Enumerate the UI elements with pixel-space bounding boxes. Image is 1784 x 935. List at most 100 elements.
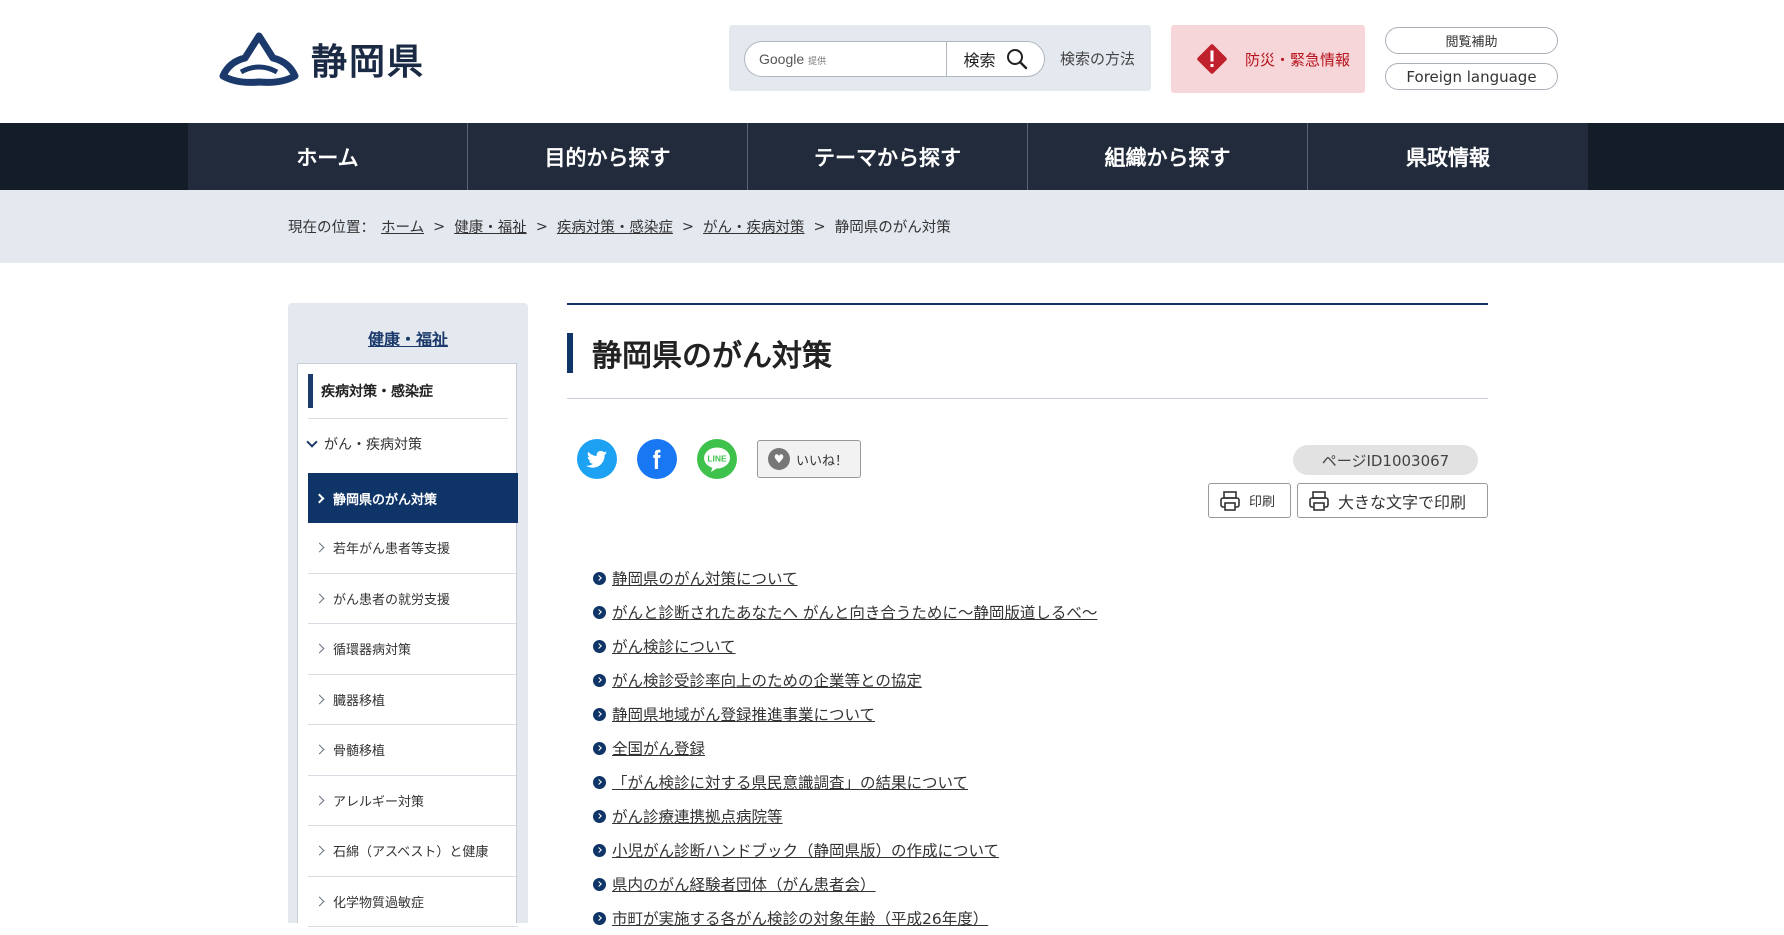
bullet-arrow-icon (593, 673, 606, 687)
site-logo[interactable]: 静岡県 (219, 32, 425, 86)
bullet-arrow-icon (593, 775, 606, 789)
breadcrumb-separator: > (813, 218, 826, 235)
sidebar-panel: 疾病対策・感染症 がん・疾病対策 静岡県のがん対策 若年がん患者等支援 がん患者… (297, 363, 518, 927)
sidebar-item[interactable]: 化学物質過敏症 (308, 877, 518, 927)
nav-organization[interactable]: 組織から探す (1028, 123, 1308, 190)
content-link[interactable]: 全国がん登録 (612, 737, 705, 759)
sidebar-item-label: 静岡県のがん対策 (333, 492, 438, 508)
shizuoka-logo-icon (219, 32, 299, 86)
chevron-right-icon (314, 795, 325, 806)
like-button[interactable]: ♥ いいね！ (757, 440, 861, 478)
divider (567, 303, 1488, 305)
sidebar: 健康・福祉 疾病対策・感染症 がん・疾病対策 静岡県のがん対策 若年がん患者等支… (288, 303, 528, 927)
breadcrumb-link-cancer[interactable]: がん・疾病対策 (703, 216, 805, 237)
bullet-arrow-icon (593, 809, 606, 823)
nav-home[interactable]: ホーム (188, 123, 468, 190)
list-item: 小児がん診断ハンドブック（静岡県版）の作成について (593, 833, 1097, 867)
print-large-text-button[interactable]: 大きな文字で印刷 (1297, 483, 1488, 518)
google-label: Google 提供 (759, 51, 827, 67)
like-label: いいね！ (796, 453, 849, 469)
browse-assist-button[interactable]: 閲覧補助 (1385, 27, 1558, 54)
facebook-icon[interactable] (637, 439, 677, 479)
sidebar-section-link[interactable]: 疾病対策・感染症 (308, 374, 508, 408)
breadcrumb-separator: > (433, 218, 446, 235)
sidebar-item-label: 若年がん患者等支援 (333, 542, 451, 558)
search-input[interactable]: Google 提供 (744, 41, 946, 77)
chevron-right-icon (314, 694, 325, 705)
bullet-arrow-icon (593, 741, 606, 755)
search-button[interactable]: 検索 (946, 41, 1045, 77)
list-item: 静岡県地域がん登録推進事業について (593, 697, 1097, 731)
content-link[interactable]: がん診療連携拠点病院等 (612, 805, 783, 827)
share-buttons: LINE ♥ いいね！ (577, 439, 861, 479)
chevron-right-icon (314, 845, 325, 856)
bullet-arrow-icon (593, 707, 606, 721)
chevron-down-icon (306, 436, 318, 448)
content-link[interactable]: がんと診断されたあなたへ がんと向き合うために～静岡版道しるべ～ (612, 601, 1097, 623)
sidebar-item-label: 石綿（アスベスト）と健康 (333, 845, 489, 861)
breadcrumb-link-disease[interactable]: 疾病対策・感染症 (557, 216, 673, 237)
breadcrumb-link-home[interactable]: ホーム (381, 216, 424, 237)
list-item: 市町が実施する各がん検診の対象年齢（平成26年度） (593, 901, 1097, 935)
sidebar-item[interactable]: 骨髄移植 (308, 725, 518, 776)
site-title: 静岡県 (311, 42, 426, 83)
list-item: がん診療連携拠点病院等 (593, 799, 1097, 833)
list-item: 「がん検診に対する県民意識調査」の結果について (593, 765, 1097, 799)
site-header: 静岡県 Google 提供 検索 検索の方法 防災・緊急情報 閲覧補助 Forei… (0, 0, 1784, 123)
list-item: がん検診について (593, 629, 1097, 663)
twitter-icon[interactable] (577, 439, 617, 479)
printer-icon (1220, 490, 1240, 511)
bullet-arrow-icon (593, 605, 606, 619)
nav-prefectural-info[interactable]: 県政情報 (1308, 123, 1588, 190)
list-item: 全国がん登録 (593, 731, 1097, 765)
sidebar-item[interactable]: 臓器移植 (308, 675, 518, 725)
nav-purpose[interactable]: 目的から探す (468, 123, 748, 190)
sidebar-item-label: 臓器移植 (333, 693, 386, 709)
bullet-arrow-icon (593, 877, 606, 891)
content-link[interactable]: 「がん検診に対する県民意識調査」の結果について (612, 771, 968, 793)
disaster-info-button[interactable]: 防災・緊急情報 (1171, 25, 1365, 93)
line-icon[interactable]: LINE (697, 439, 737, 479)
list-item: がん検診受診率向上のための企業等との協定 (593, 663, 1097, 697)
main-content: 静岡県のがん対策 LINE ♥ いいね！ ページID1003067 印刷 大きな… (567, 303, 1488, 928)
breadcrumb-link-health[interactable]: 健康・福祉 (454, 216, 527, 237)
chevron-right-icon (314, 744, 325, 755)
nav-theme[interactable]: テーマから探す (748, 123, 1028, 190)
sidebar-item[interactable]: 若年がん患者等支援 (308, 523, 518, 574)
sidebar-item-label: がん患者の就労支援 (333, 592, 451, 608)
content-link[interactable]: 県内のがん経験者団体（がん患者会） (612, 873, 876, 895)
page-id-badge: ページID1003067 (1293, 445, 1478, 475)
list-item: 県内のがん経験者団体（がん患者会） (593, 867, 1097, 901)
sidebar-item-label: 循環器病対策 (333, 643, 412, 659)
chevron-right-icon (314, 493, 325, 503)
content-link[interactable]: 静岡県地域がん登録推進事業について (612, 703, 875, 725)
search-method-link[interactable]: 検索の方法 (1060, 48, 1135, 69)
print-large-label: 大きな文字で印刷 (1338, 492, 1467, 512)
printer-icon (1309, 490, 1329, 511)
warning-icon (1197, 44, 1227, 74)
link-list: 静岡県のがん対策について がんと診断されたあなたへ がんと向き合うために～静岡版… (593, 561, 1097, 935)
foreign-language-button[interactable]: Foreign language (1385, 63, 1558, 90)
content-link[interactable]: がん検診について (612, 635, 736, 657)
sidebar-item[interactable]: 循環器病対策 (308, 624, 518, 675)
divider (308, 418, 508, 419)
print-label: 印刷 (1249, 495, 1276, 510)
search-icon (1006, 49, 1027, 70)
sidebar-title-link[interactable]: 健康・福祉 (288, 326, 528, 350)
content-link[interactable]: 市町が実施する各がん検診の対象年齢（平成26年度） (612, 907, 988, 929)
sidebar-subsection-link[interactable]: がん・疾病対策 (306, 424, 422, 464)
print-button[interactable]: 印刷 (1208, 483, 1291, 518)
sidebar-item[interactable]: がん患者の就労支援 (308, 574, 518, 624)
bullet-arrow-icon (593, 639, 606, 653)
content-link[interactable]: がん検診受診率向上のための企業等との協定 (612, 669, 922, 691)
sidebar-item[interactable]: アレルギー対策 (308, 776, 518, 826)
page-title: 静岡県のがん対策 (567, 333, 832, 374)
breadcrumb-prefix: 現在の位置： (288, 220, 375, 236)
chevron-right-icon (314, 643, 325, 654)
content-link[interactable]: 小児がん診断ハンドブック（静岡県版）の作成について (612, 839, 999, 861)
sidebar-item[interactable]: 石綿（アスベスト）と健康 (308, 826, 518, 877)
svg-text:LINE: LINE (707, 454, 727, 464)
content-link[interactable]: 静岡県のがん対策について (612, 567, 798, 589)
bullet-arrow-icon (593, 843, 606, 857)
sidebar-item-active[interactable]: 静岡県のがん対策 (308, 473, 518, 523)
